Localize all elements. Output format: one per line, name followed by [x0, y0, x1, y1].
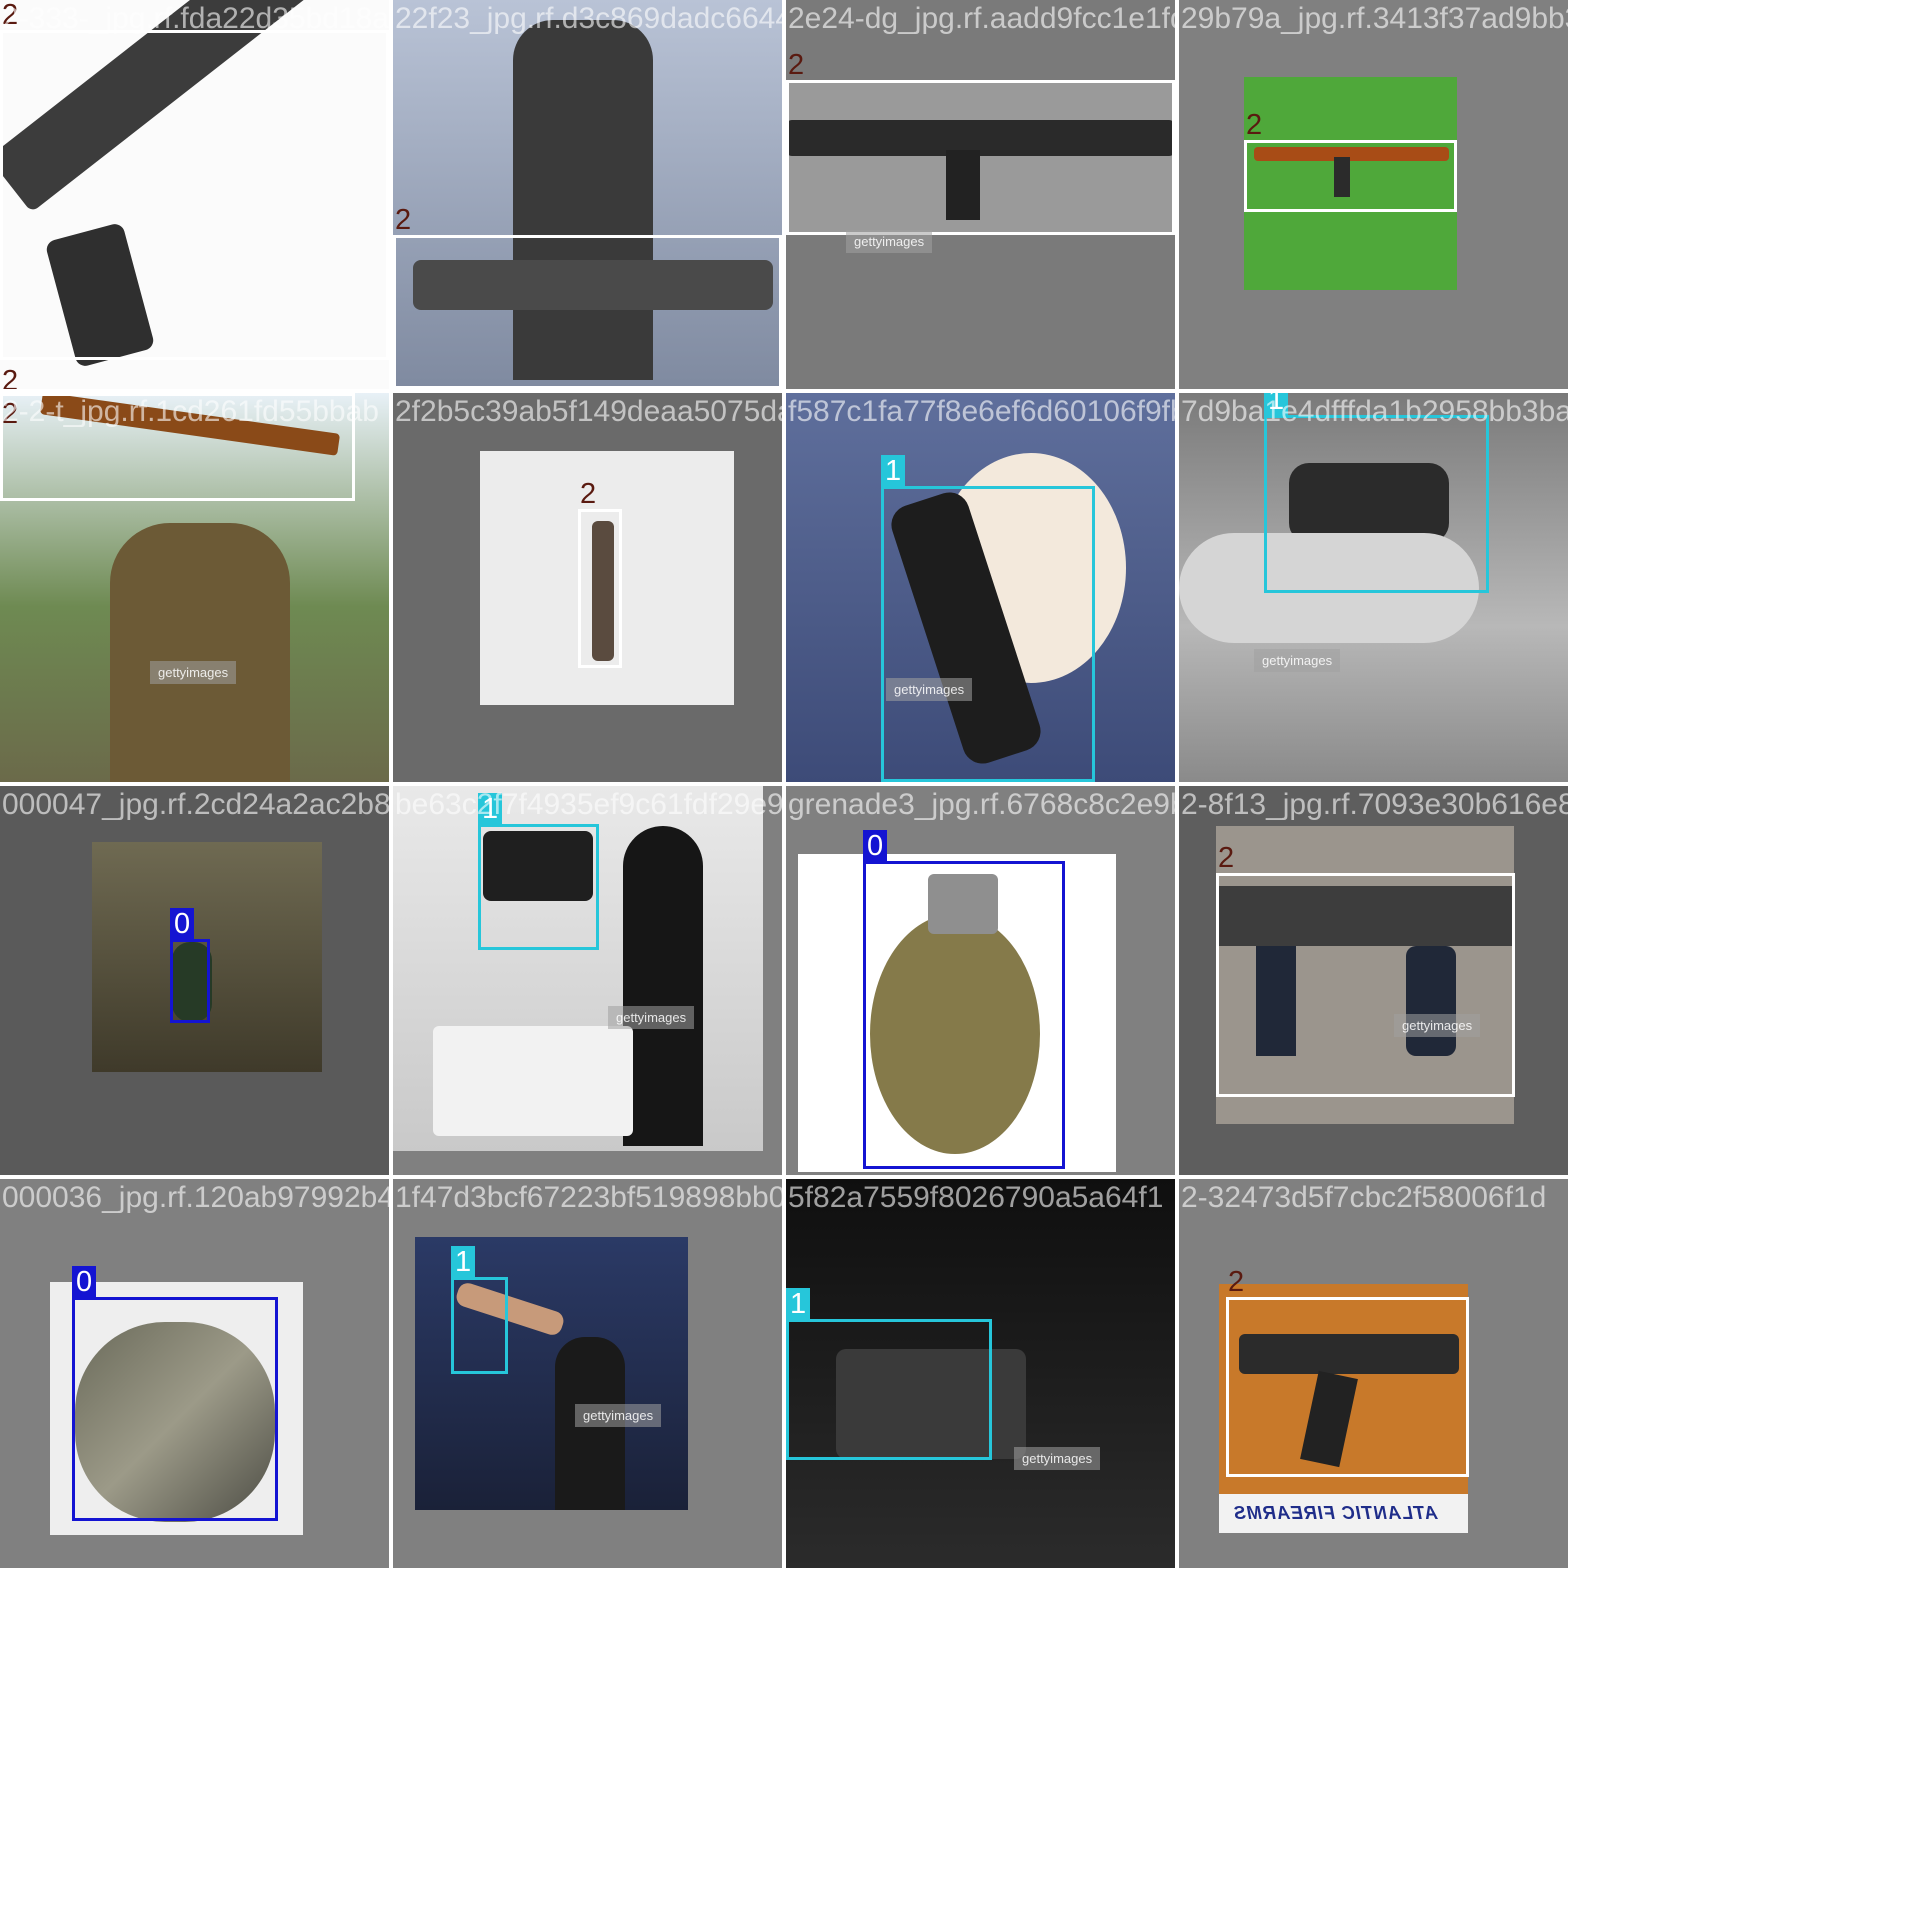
bbox-class-2: 2 [393, 204, 782, 389]
tile-filename: 2f2b5c39ab5f149deaa5075dab [395, 395, 782, 428]
tile-7: 1 gettyimages f587c1fa77f8e6ef6d60106f9f… [786, 393, 1175, 782]
detection-grid: 2 2 2-333-_jpg.rf.fda22d35bd18a2:f2 2 22… [0, 0, 1568, 1568]
tile-filename: 2-32473d5f7cbc2f58006f1d [1181, 1181, 1547, 1214]
bbox-class-1: 1 [786, 1288, 992, 1460]
watermark: gettyimages [846, 230, 933, 253]
tile-filename: 000047_jpg.rf.2cd24a2ac2b8 [2, 788, 389, 821]
bbox-class-0: 0 [863, 830, 1065, 1169]
watermark: gettyimages [1254, 649, 1341, 672]
tile-4: 2 29b79a_jpg.rf.3413f37ad9bb35a65f [1179, 0, 1568, 389]
tile-12: 2 gettyimages 2-8f13_jpg.rf.7093e30b616e… [1179, 786, 1568, 1175]
bbox-class-2: 2 [1244, 109, 1457, 212]
tile-2: 2 22f23_jpg.rf.d3c869dadc6644b [393, 0, 782, 389]
bbox-class-2: 2 [1216, 842, 1515, 1097]
watermark: gettyimages [1014, 1447, 1101, 1470]
bbox-class-2: 2 [1226, 1266, 1469, 1477]
watermark: gettyimages [575, 1404, 662, 1427]
tile-3: 2 gettyimages 2e24-dg_jpg.rf.aadd9fcc1e1… [786, 0, 1175, 389]
tile-8: 1 gettyimages 7d9ba1e4dfffda1b2958bb3ba [1179, 393, 1568, 782]
tile-1: 2 2 2-333-_jpg.rf.fda22d35bd18a2:f2 [0, 0, 389, 389]
tile-14: 1 gettyimages 1f47d3bcf67223bf519898bb05 [393, 1179, 782, 1568]
bbox-class-2: 2 [0, 393, 355, 501]
bbox-class-1: 1 [881, 455, 1095, 782]
tile-15: 1 gettyimages 5f82a7559f8026790a5a64f1 [786, 1179, 1175, 1568]
watermark: ATLANTIC FIREARMS [1233, 1503, 1438, 1523]
watermark: gettyimages [608, 1006, 695, 1029]
tile-filename: 2e24-dg_jpg.rf.aadd9fcc1e1fd0 [788, 2, 1175, 35]
tile-filename: 1f47d3bcf67223bf519898bb05 [395, 1181, 782, 1214]
tile-filename: 2-8f13_jpg.rf.7093e30b616e8 [1181, 788, 1568, 821]
bbox-class-2: 2 [786, 49, 1175, 235]
watermark: gettyimages [150, 661, 237, 684]
tile-filename: 000036_jpg.rf.120ab97992b4f [2, 1181, 389, 1214]
bbox-class-2: 2 [2, 365, 19, 389]
bbox-class-1: 1 [1264, 393, 1489, 593]
bbox-class-0: 0 [72, 1266, 278, 1521]
watermark: gettyimages [1394, 1014, 1481, 1037]
bbox-class-1: 1 [478, 793, 599, 950]
bbox-class-2: 2 [0, 0, 389, 360]
tile-9: 0 000047_jpg.rf.2cd24a2ac2b8 [0, 786, 389, 1175]
tile-16: 2 ATLANTIC FIREARMS 2-32473d5f7cbc2f5800… [1179, 1179, 1568, 1568]
tile-filename: grenade3_jpg.rf.6768c8c2e9b [788, 788, 1175, 821]
bbox-class-1: 1 [451, 1246, 508, 1374]
tile-11: 0 grenade3_jpg.rf.6768c8c2e9b [786, 786, 1175, 1175]
watermark: gettyimages [886, 678, 973, 701]
tile-filename: 29b79a_jpg.rf.3413f37ad9bb35a65f [1181, 2, 1568, 35]
bbox-class-0: 0 [170, 908, 210, 1023]
tile-10: 1 gettyimages be63c2f7f4935ef9c61fdf29e9 [393, 786, 782, 1175]
bbox-class-2: 2 [578, 478, 622, 668]
tile-5: 2 gettyimages 2-2-t_jpg.rf.1cd261fd55bba… [0, 393, 389, 782]
tile-13: 0 000036_jpg.rf.120ab97992b4f [0, 1179, 389, 1568]
tile-6: 2 2f2b5c39ab5f149deaa5075dab [393, 393, 782, 782]
